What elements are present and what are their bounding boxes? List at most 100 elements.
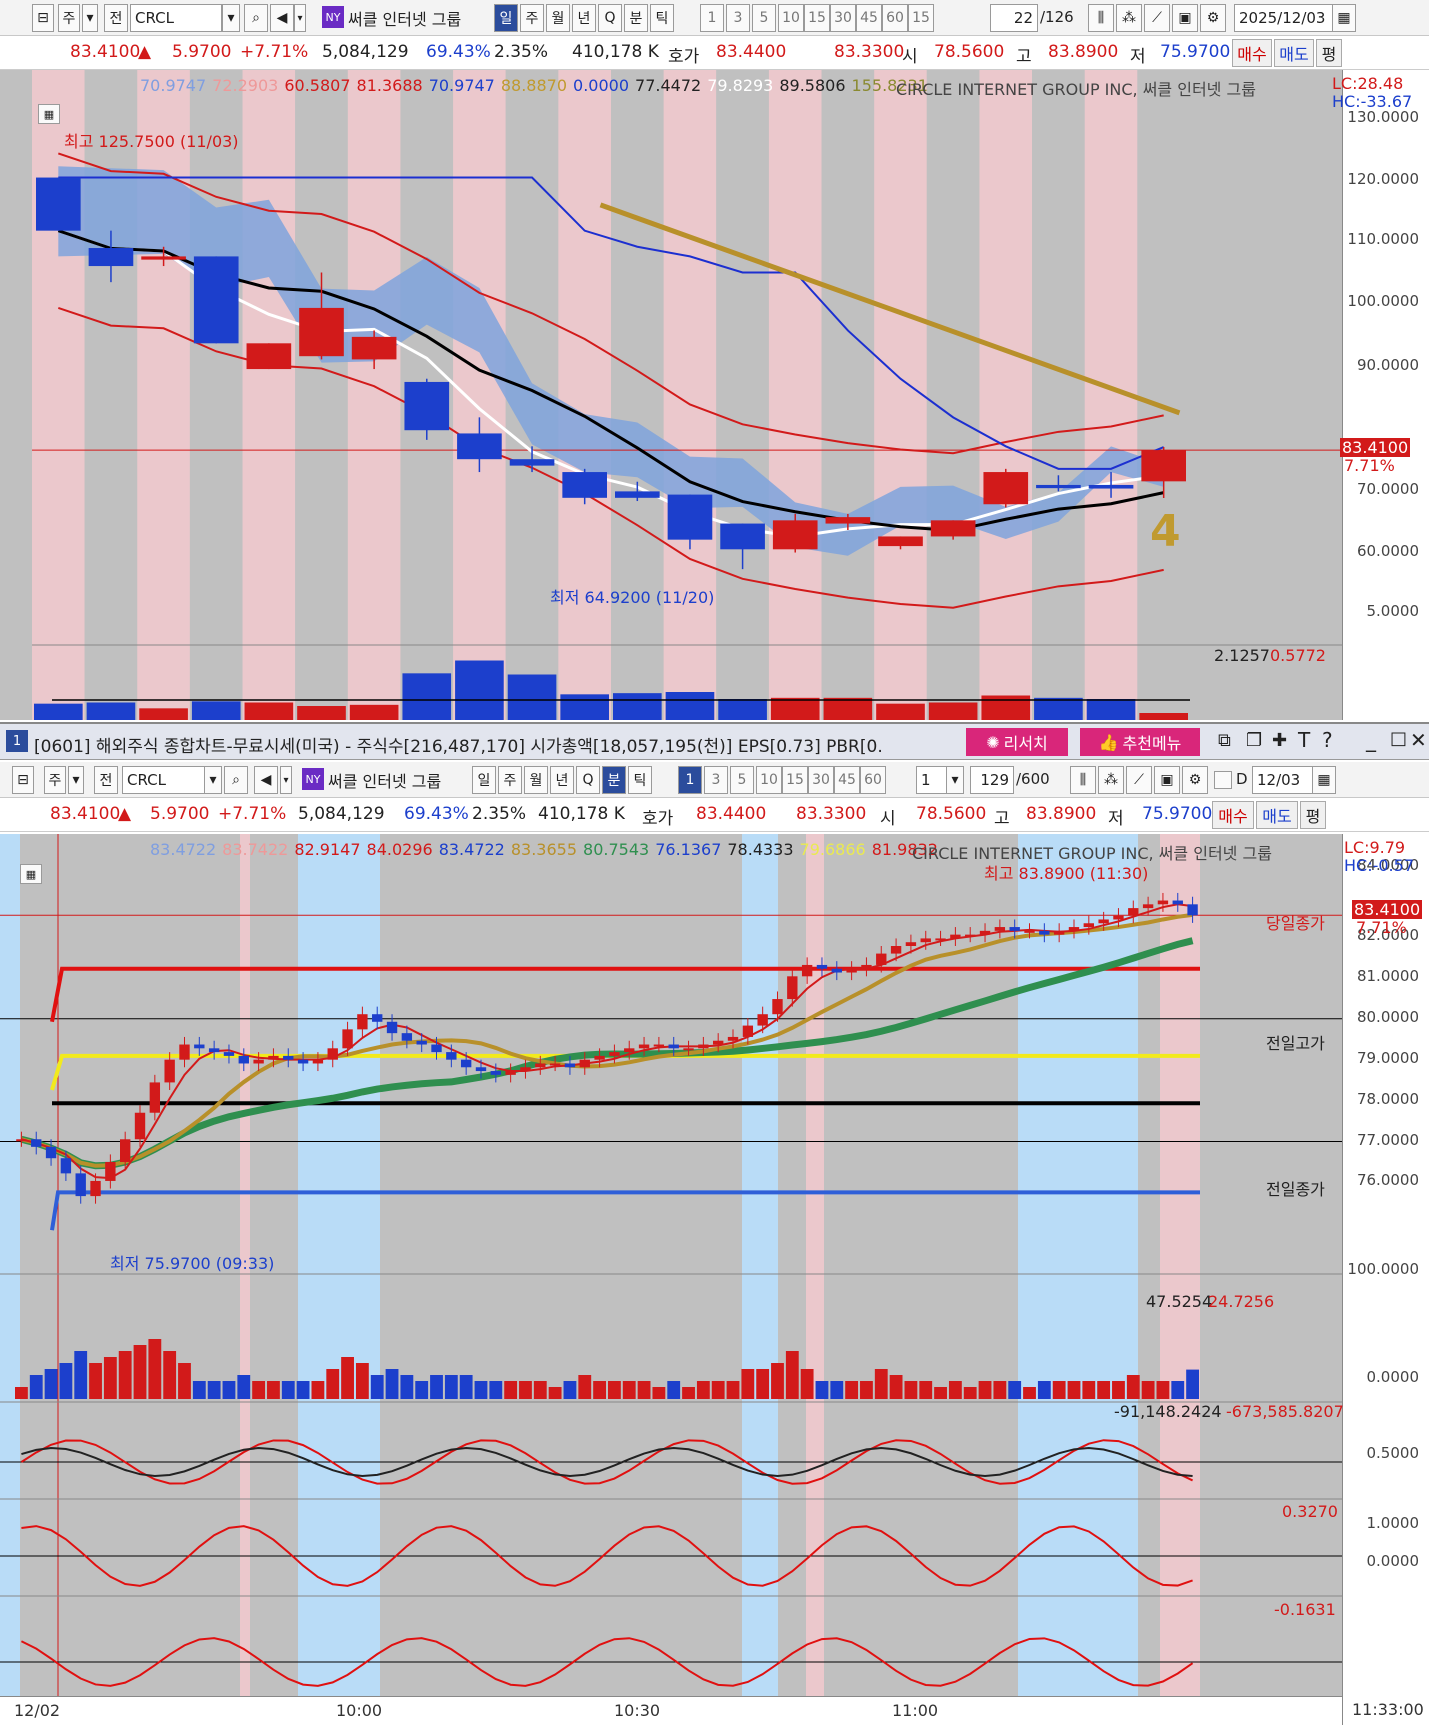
d-checkbox[interactable] [1214, 771, 1232, 789]
bottom-period-4[interactable]: Q [576, 766, 600, 794]
bottom-interval-7[interactable]: 60 [860, 766, 886, 794]
mode-dropdown-icon-2[interactable]: ▾ [68, 766, 84, 794]
ticker-dropdown-icon-2[interactable]: ▾ [204, 766, 222, 794]
minute-candle-body-8 [134, 1112, 146, 1140]
top-interval-2[interactable]: 5 [752, 4, 776, 32]
all-button[interactable]: 전 [104, 4, 128, 32]
pin-icon[interactable]: ✚ [1272, 730, 1287, 751]
minute-candle-body-22 [342, 1029, 353, 1049]
indicator-icon[interactable]: ⁂ [1116, 4, 1142, 32]
bottom-interval-0[interactable]: 1 [678, 766, 702, 794]
bottom-interval-1[interactable]: 3 [704, 766, 728, 794]
bottom-period-3[interactable]: 년 [550, 766, 574, 794]
top-period-3[interactable]: 년 [572, 4, 596, 32]
mode-dropdown-icon[interactable]: ▾ [82, 4, 98, 32]
minute-candle-body-5 [90, 1180, 101, 1197]
top-period-6[interactable]: 틱 [650, 4, 674, 32]
chart-config-icon[interactable]: ▦ [38, 104, 60, 124]
top-interval-7[interactable]: 60 [882, 4, 908, 32]
ask-price: 83.4400 [716, 42, 787, 62]
bottom-period-1[interactable]: 주 [498, 766, 522, 794]
gear-icon-2[interactable]: ⚙ [1182, 766, 1208, 794]
top-period-5[interactable]: 분 [624, 4, 648, 32]
sell-button-2[interactable]: 매도 [1256, 801, 1298, 829]
minute-candle-body-75 [1128, 908, 1139, 916]
top-period-0[interactable]: 일 [494, 4, 518, 32]
buy-button[interactable]: 매수 [1232, 39, 1272, 67]
mode-button-2[interactable]: 주 [44, 766, 66, 794]
compare-icon-2[interactable]: ⫼ [1070, 766, 1096, 794]
ticker-dropdown-icon[interactable]: ▾ [222, 4, 240, 32]
top-period-1[interactable]: 주 [520, 4, 544, 32]
bottom-period-2[interactable]: 월 [524, 766, 548, 794]
minute-volume-bar-78 [1171, 1381, 1185, 1399]
search-icon[interactable]: ⌕ [244, 4, 268, 32]
save-icon[interactable]: ▣ [1172, 4, 1198, 32]
bottom-interval-5[interactable]: 30 [808, 766, 834, 794]
bottom-period-6[interactable]: 틱 [628, 766, 652, 794]
minute-volume-bar-61 [919, 1381, 933, 1399]
bottom-period-0[interactable]: 일 [472, 766, 496, 794]
top-interval-8[interactable]: 15 [908, 4, 934, 32]
top-interval-0[interactable]: 1 [700, 4, 724, 32]
top-period-2[interactable]: 월 [546, 4, 570, 32]
chart-config-icon-2[interactable]: ▦ [20, 864, 42, 884]
minute-volume-bar-57 [860, 1381, 873, 1399]
speaker-icon-2[interactable]: ◀ [254, 766, 278, 794]
minimize-icon[interactable]: _ [1366, 728, 1376, 752]
count-input-2[interactable]: 129 [970, 766, 1014, 794]
close-icon[interactable]: ✕ [1410, 728, 1427, 752]
legend-value-0: 83.4722 [150, 840, 217, 859]
restore-icon[interactable]: ⧉ [1218, 730, 1231, 751]
top-period-4[interactable]: Q [598, 4, 622, 32]
buy-button-2[interactable]: 매수 [1212, 801, 1254, 829]
top-interval-3[interactable]: 10 [778, 4, 804, 32]
maximize-icon[interactable]: □ [1390, 728, 1407, 749]
bottom-period-5[interactable]: 분 [602, 766, 626, 794]
calendar-icon-2[interactable]: ▦ [1312, 766, 1336, 794]
count-input[interactable]: 22 [990, 4, 1038, 32]
bottom-interval-2[interactable]: 5 [730, 766, 754, 794]
help-icon[interactable]: ? [1322, 728, 1333, 752]
window-icon[interactable]: 1 [6, 730, 28, 752]
compare-icon[interactable]: ⫼ [1088, 4, 1114, 32]
line-tool-icon-2[interactable]: ⟋ [1126, 766, 1152, 794]
speaker-icon[interactable]: ◀ [270, 4, 294, 32]
bottom-interval-4[interactable]: 15 [782, 766, 808, 794]
daily-chart-panel[interactable]: 130.0000 120.0000 110.0000 100.0000 90.0000 7… [0, 70, 1429, 720]
minute-volume-bar-35 [533, 1381, 547, 1399]
calendar-icon[interactable]: ▦ [1332, 4, 1356, 32]
all-button-2[interactable]: 전 [94, 766, 118, 794]
indicator-icon-2[interactable]: ⁂ [1098, 766, 1124, 794]
eval-button[interactable]: 평 [1316, 39, 1342, 67]
top-interval-1[interactable]: 3 [726, 4, 750, 32]
ticker-input-2[interactable]: CRCL [122, 766, 206, 794]
ticker-input[interactable]: CRCL [130, 4, 222, 32]
layout-icon-2[interactable]: ⊟ [12, 766, 34, 794]
save-icon-2[interactable]: ▣ [1154, 766, 1180, 794]
interval-input[interactable]: 1 [916, 766, 950, 794]
eval-button-2[interactable]: 평 [1300, 801, 1326, 829]
speaker-dropdown-icon[interactable]: ▾ [294, 4, 306, 32]
legend-value-7: 77.4472 [635, 76, 702, 95]
recommend-button[interactable]: 👍 추천메뉴 [1080, 728, 1200, 756]
top-interval-4[interactable]: 15 [804, 4, 830, 32]
top-interval-5[interactable]: 30 [830, 4, 856, 32]
bottom-interval-3[interactable]: 10 [756, 766, 782, 794]
bottom-interval-6[interactable]: 45 [834, 766, 860, 794]
speaker-dropdown-icon-2[interactable]: ▾ [280, 766, 292, 794]
research-button[interactable]: ✺ 리서치 [966, 728, 1068, 756]
sell-button[interactable]: 매도 [1274, 39, 1314, 67]
search-icon-2[interactable]: ⌕ [224, 766, 248, 794]
gear-icon[interactable]: ⚙ [1200, 4, 1226, 32]
tile-icon[interactable]: ❐ [1246, 730, 1262, 751]
line-tool-icon[interactable]: ⟋ [1144, 4, 1170, 32]
minute-chart-panel[interactable]: 84.0000 82.0000 81.0000 80.0000 79.0000 78.00… [0, 834, 1429, 1725]
mode-button[interactable]: 주 [58, 4, 80, 32]
minute-band-2 [298, 834, 380, 1696]
text-icon[interactable]: T [1298, 728, 1310, 752]
layout-icon[interactable]: ⊟ [32, 4, 54, 32]
interval-dropdown-icon[interactable]: ▾ [946, 766, 964, 794]
top-interval-6[interactable]: 45 [856, 4, 882, 32]
minute-volume-bar-49 [741, 1369, 755, 1399]
